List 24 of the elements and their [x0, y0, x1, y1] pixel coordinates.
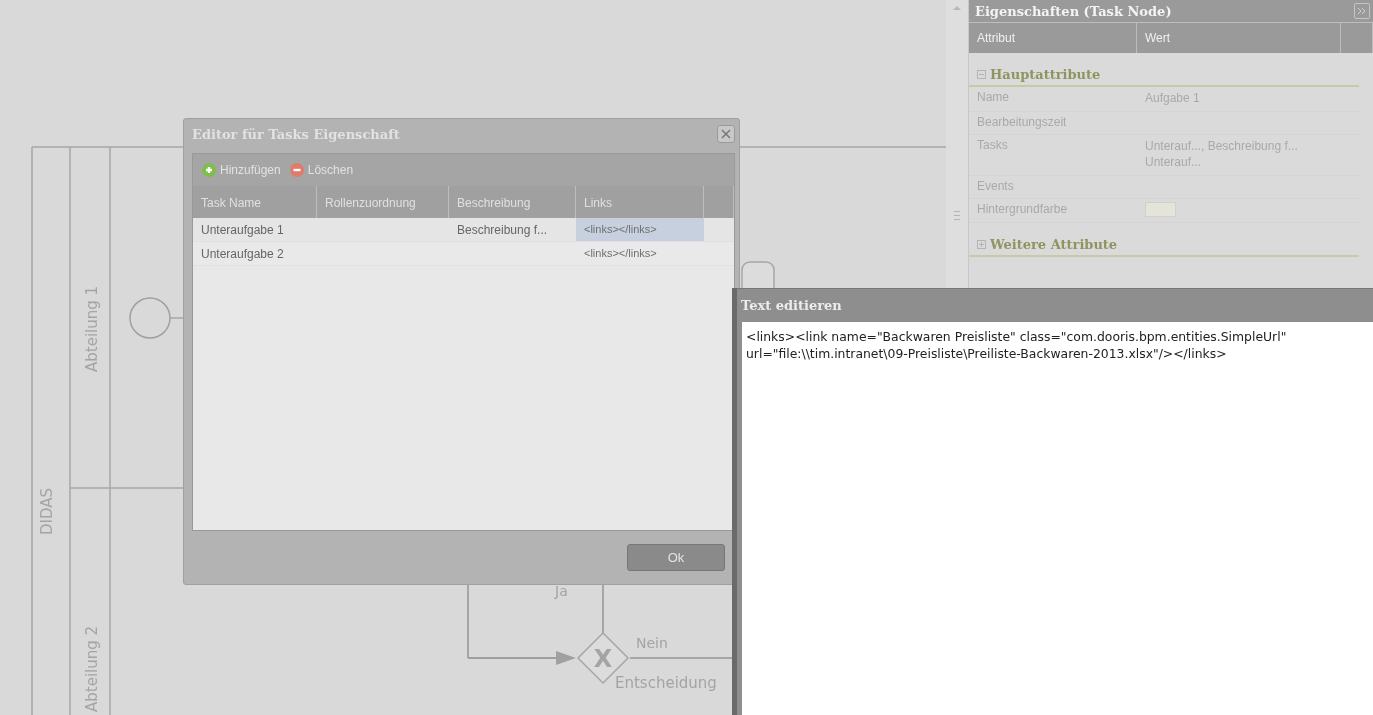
collapse-box-icon[interactable] [977, 70, 986, 79]
double-chevron-icon [1357, 7, 1367, 15]
delete-button[interactable]: Löschen [286, 162, 356, 178]
ok-button[interactable]: Ok [627, 544, 725, 571]
panel-title: Eigenschaften (Task Node) [975, 3, 1172, 19]
minus-circle-icon [288, 162, 305, 178]
table-cell[interactable]: <links></links> [576, 242, 704, 265]
column-header[interactable]: Wert [1137, 23, 1341, 53]
dialog-title: Text editieren [741, 298, 842, 313]
group-title[interactable]: Hauptattribute [990, 67, 1101, 82]
text-area[interactable]: <links><link name="Backwaren Preisliste" class="com.dooris.bpm.entities.SimpleUrl" url="file:\\tim.intranet\09-Preisliste\Preiliste-Backwaren-2013.xlsx"/></links> [742, 322, 1373, 715]
collapse-icon[interactable] [1354, 3, 1370, 19]
table-cell-text: Unteraufgabe 2 [200, 246, 285, 263]
group-title[interactable]: Weitere Attribute [990, 237, 1118, 252]
column-header[interactable]: Attribut [969, 23, 1137, 53]
scroll-up-icon[interactable] [953, 6, 961, 10]
add-button[interactable]: Hinzufügen [199, 162, 283, 178]
close-icon [721, 129, 731, 139]
plus-circle-icon [201, 162, 217, 178]
table-cell-text: Unteraufgabe 1 [200, 222, 285, 239]
table-cell[interactable]: <links></links> [576, 218, 704, 241]
close-button[interactable] [717, 125, 735, 143]
expand-box-icon[interactable] [977, 240, 986, 249]
table-cell-text: Beschreibung f... [456, 222, 549, 239]
